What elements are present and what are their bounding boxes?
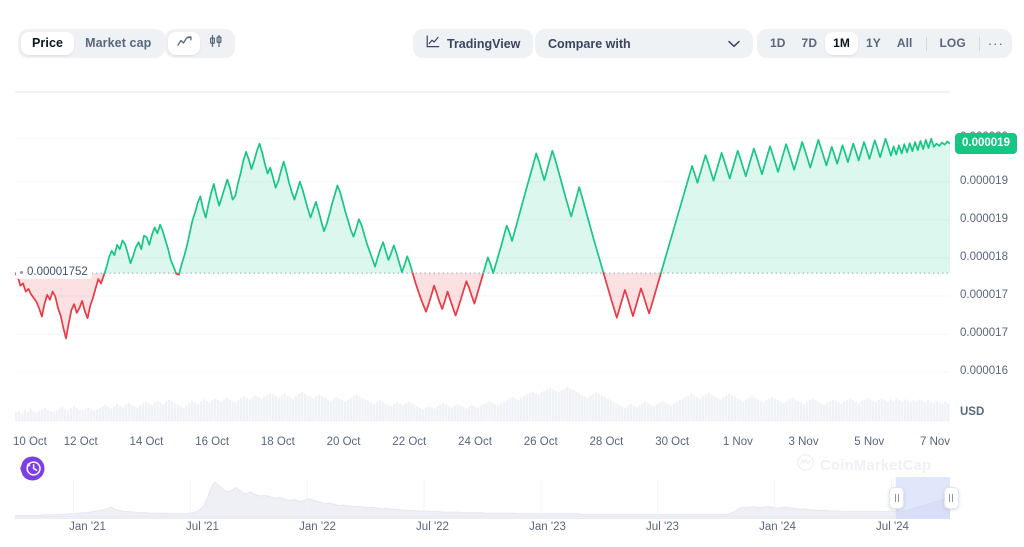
navigator-x-axis-tick: Jul '23 [646, 521, 679, 533]
navigator-x-axis-tick: Jan '21 [69, 521, 106, 533]
x-axis-tick: 30 Oct [655, 436, 690, 448]
candlestick-chart-icon-button[interactable] [200, 32, 232, 55]
compare-with-label: Compare with [548, 36, 631, 51]
x-axis: 10 Oct 12 Oct 14 Oct 16 Oct 18 Oct 20 Oct 22 O… [0, 436, 1024, 458]
range-navigator[interactable]: Jan '21 Jul '21 Jan '22 Jul '22 Jan '23 Jul '… [0, 477, 1024, 547]
navigator-x-axis-tick: Jul '21 [186, 521, 219, 533]
x-axis-tick: 26 Oct [523, 436, 558, 448]
range-button-7d[interactable]: 7D [794, 32, 826, 55]
navigator-x-axis-tick: Jan '23 [529, 521, 566, 533]
range-button-1m[interactable]: 1M [825, 32, 858, 55]
crypto-price-chart-widget: Price Market cap TradingView Compare wit… [0, 0, 1024, 547]
chart-style-toggle-group [165, 29, 235, 58]
grip-icon [949, 494, 953, 502]
x-axis-tick: 16 Oct [195, 436, 230, 448]
chevron-down-icon [728, 35, 740, 53]
y-axis-tick: 0.000017 [960, 327, 1008, 340]
x-axis-tick: 5 Nov [854, 436, 885, 448]
y-axis-tick: 0.000019 [960, 212, 1008, 225]
current-price-badge: 0.000019 [955, 132, 1017, 154]
x-axis-tick: 14 Oct [129, 436, 164, 448]
navigator-x-axis-tick: Jul '24 [876, 521, 909, 533]
grip-icon [894, 494, 899, 502]
more-options-button[interactable]: ··· [985, 32, 1007, 55]
tradingview-icon [426, 34, 440, 53]
navigator-plot[interactable] [14, 477, 951, 520]
x-axis-tick: 3 Nov [788, 436, 819, 448]
metric-toggle-price[interactable]: Price [21, 32, 75, 55]
currency-label: USD [960, 406, 985, 418]
navigator-handle-left[interactable] [889, 487, 905, 509]
x-axis-tick: 22 Oct [392, 436, 427, 448]
x-axis-tick: 18 Oct [260, 436, 295, 448]
time-range-group: 1D 7D 1M 1Y All LOG ··· [757, 29, 1012, 58]
y-axis-tick: 0.000019 [960, 174, 1008, 187]
price-chart-area: 0.00001752 CoinMarketCap 0.0000200.00001… [0, 86, 1024, 474]
x-axis-tick: 10 Oct [13, 436, 47, 448]
log-scale-button[interactable]: LOG [932, 32, 974, 55]
x-axis-tick: 12 Oct [63, 436, 98, 448]
tradingview-label: TradingView [447, 36, 521, 51]
navigator-plot-svg [14, 477, 951, 520]
navigator-x-axis: Jan '21 Jul '21 Jan '22 Jul '22 Jan '23 Jul '… [0, 521, 1024, 541]
x-axis-tick: 20 Oct [326, 436, 361, 448]
toolbar-divider-2 [978, 36, 980, 51]
navigator-handle-right[interactable] [943, 487, 959, 509]
reference-price-label: 0.00001752 [16, 265, 92, 280]
watermark-text: CoinMarketCap [820, 456, 932, 474]
navigator-x-axis-tick: Jan '24 [759, 521, 796, 533]
y-axis-tick: 0.000016 [960, 365, 1008, 378]
x-axis-tick: 7 Nov [919, 436, 951, 448]
x-axis-tick: 24 Oct [458, 436, 492, 448]
x-axis-tick: 28 Oct [589, 436, 624, 448]
candlestick-chart-icon [208, 34, 224, 53]
compare-with-dropdown[interactable]: Compare with [535, 29, 753, 58]
chart-toolbar: Price Market cap TradingView Compare wit… [0, 0, 1024, 86]
range-button-all[interactable]: All [889, 32, 921, 55]
metric-toggle-group: Price Market cap [18, 29, 166, 58]
price-plot[interactable] [15, 91, 950, 431]
tradingview-button[interactable]: TradingView [413, 29, 534, 58]
reference-price-dot-icon [20, 270, 23, 274]
navigator-x-axis-tick: Jan '22 [299, 521, 336, 533]
reference-price-value: 0.00001752 [27, 266, 88, 279]
price-plot-svg [15, 91, 950, 422]
y-axis-tick: 0.000018 [960, 250, 1008, 263]
x-axis-tick: 1 Nov [722, 436, 753, 448]
range-button-1y[interactable]: 1Y [858, 32, 889, 55]
metric-toggle-market-cap[interactable]: Market cap [74, 32, 162, 55]
line-chart-icon [176, 35, 192, 53]
toolbar-divider-1 [925, 36, 927, 51]
line-chart-icon-button[interactable] [168, 32, 200, 55]
y-axis: 0.0000200.0000190.0000190.0000180.000017… [955, 86, 1024, 436]
range-button-1d[interactable]: 1D [762, 32, 794, 55]
y-axis-tick: 0.000017 [960, 288, 1008, 301]
navigator-x-axis-tick: Jul '22 [416, 521, 449, 533]
